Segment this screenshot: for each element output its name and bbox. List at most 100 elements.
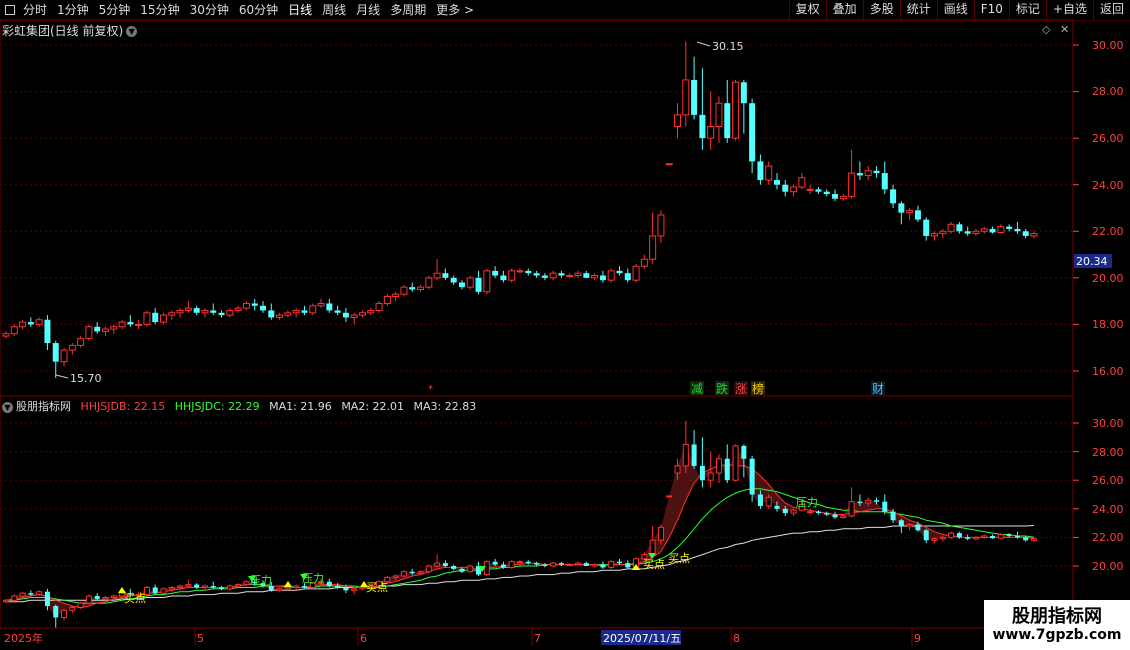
candle-body-down (260, 305, 266, 311)
indicator-header[interactable]: ▼ 股朋指标网 HHJSJDB: 22.15 HHJSJDC: 22.29 MA1… (2, 398, 482, 414)
candle-body-down (757, 161, 764, 181)
axis-label-22: 22.00 (1092, 225, 1124, 238)
ind-axis-label-26: 26.00 (1092, 474, 1124, 487)
axis-label-18: 18.00 (1092, 318, 1124, 331)
candle-body-down (857, 501, 863, 504)
candle-body-up (608, 561, 615, 568)
candle-body-up (77, 602, 84, 608)
axis-label-28: 28.00 (1092, 85, 1124, 98)
candle-body-down (210, 310, 217, 313)
candle-body-up (160, 588, 167, 594)
kline-chart[interactable]: 30.00 28.00 26.00 24.00 22.00 20.00 18.0… (0, 0, 1130, 650)
candle-body-up (293, 585, 300, 588)
candle-body-up (317, 302, 325, 307)
date-label-9: 9 (914, 632, 921, 645)
candle-body-down (749, 458, 755, 495)
candle-body-up (19, 321, 27, 328)
candle-body-up (284, 312, 292, 316)
candle-body-up (284, 586, 291, 590)
candle-body-up (715, 458, 722, 474)
candle-body-down (94, 596, 100, 599)
ma1-line (5, 463, 1035, 609)
candle-body-up (177, 585, 184, 588)
candle-body-up (839, 195, 847, 200)
candle-body-down (824, 513, 830, 515)
candle-body-up (276, 314, 284, 318)
signal-buy-3: 买点 (643, 558, 665, 571)
candle-body-up (242, 302, 250, 309)
candle-body-down (964, 231, 971, 234)
axis-label-24: 24.00 (1092, 179, 1124, 192)
candle-body-up (939, 536, 946, 540)
candle-body-up (707, 126, 715, 139)
candle-body-down (699, 465, 705, 481)
candle-body-up (997, 226, 1005, 233)
candle-body-down (218, 312, 225, 316)
candle-body-down (44, 319, 51, 344)
candle-body-down (815, 511, 821, 514)
candle-body-up (566, 275, 574, 278)
candle-body-down (691, 79, 698, 115)
candle-body-up (10, 326, 18, 335)
candle-body-up (906, 524, 913, 527)
candle-body-down (342, 312, 349, 318)
signal-buy-1: 买点 (124, 592, 146, 605)
candle-body-up (160, 314, 168, 323)
candle-body-up (972, 230, 980, 235)
candle-body-down (558, 563, 564, 565)
candle-body-up (176, 309, 184, 314)
candle-body-up (234, 307, 242, 311)
candle-body-down (774, 505, 780, 509)
candle-body-down (27, 322, 34, 325)
candle-body-up (931, 538, 938, 541)
chevron-down-icon[interactable]: ▼ (2, 401, 13, 413)
candle-body-up (682, 443, 689, 467)
candle-body-up (392, 575, 399, 578)
candle-body-down (219, 587, 225, 589)
candle-body-up (765, 496, 772, 507)
candle-body-up (276, 588, 283, 591)
candle-body-down (542, 564, 548, 566)
candle-body-down (53, 606, 59, 618)
candle-body-down (94, 326, 101, 332)
low-label: 15.70 (70, 372, 102, 385)
date-label-6: 6 (360, 632, 367, 645)
candle-body-up (864, 170, 872, 176)
candle-body-down (492, 561, 498, 565)
candle-body-down (856, 173, 863, 176)
candle-body-down (152, 312, 159, 323)
candle-body-down (442, 563, 448, 566)
candle-body-down (749, 103, 756, 162)
candle-body-up (483, 561, 490, 576)
candle-body-up (35, 319, 43, 325)
candle-body-down (823, 191, 830, 195)
hhjsjdb-value: HHJSJDB: 22.15 (80, 400, 166, 413)
candle-body-up (400, 286, 408, 295)
candle-body-up (110, 595, 117, 598)
candle-body-down (873, 170, 880, 174)
candle-body-down (1006, 534, 1012, 536)
candle-body-down (301, 310, 308, 313)
candle-body-up (674, 465, 681, 474)
candle-body-down (691, 444, 697, 466)
candle-body-up (997, 534, 1004, 539)
candle-body-up (85, 595, 92, 604)
date-label-8: 8 (733, 632, 740, 645)
candle-body-down (699, 114, 706, 139)
candle-body-down (1022, 231, 1029, 236)
date-label-5: 5 (197, 632, 204, 645)
candle-body-down (409, 287, 416, 290)
candle-body-up (790, 509, 797, 514)
candle-body-up (517, 561, 523, 564)
candle-body-down (210, 586, 216, 588)
candle-body-up (184, 307, 192, 311)
candle-body-up (657, 214, 665, 237)
candle-body-down (475, 277, 482, 292)
candle-body-down (965, 537, 971, 539)
candle-body-up (467, 565, 474, 573)
candle-body-up (980, 228, 988, 232)
candle-body-up (483, 270, 491, 293)
candle-body-down (500, 275, 507, 281)
candle-body-up (566, 564, 573, 567)
candle-body-up (947, 223, 955, 232)
